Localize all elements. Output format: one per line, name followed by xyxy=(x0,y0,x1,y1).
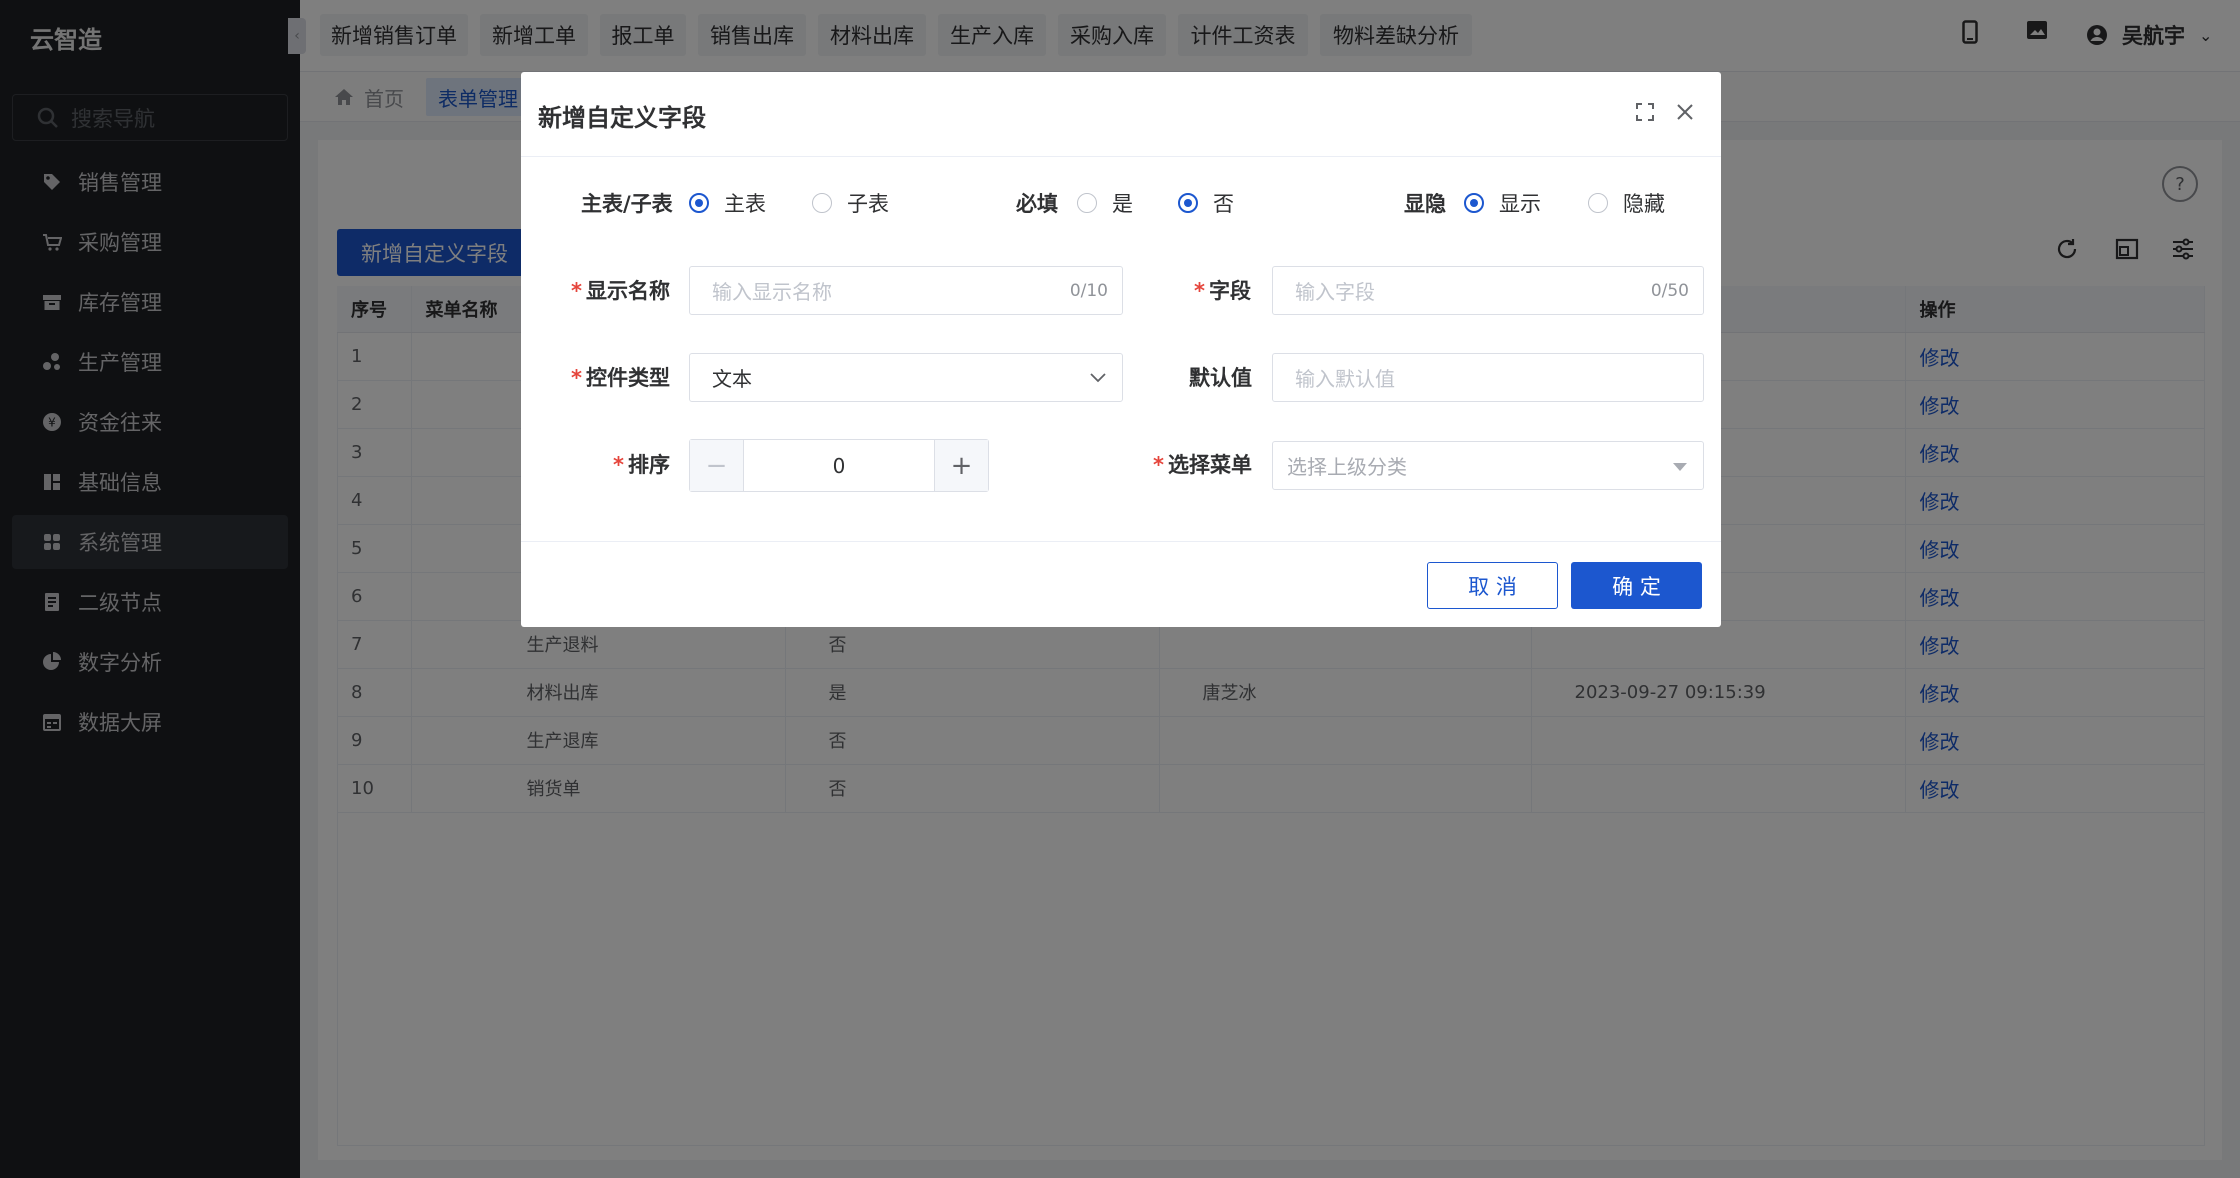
radio-label: 显示 xyxy=(1499,192,1541,216)
display-name-input[interactable]: 输入显示名称 0/10 xyxy=(689,266,1123,315)
sort-label: * 排序 xyxy=(613,449,670,479)
default-value-placeholder: 输入默认值 xyxy=(1295,367,1395,391)
dialog-header-divider xyxy=(521,156,1721,157)
radio-hide[interactable]: 隐藏 xyxy=(1588,188,1665,218)
radio-dot xyxy=(1077,193,1097,213)
radio-dot xyxy=(812,193,832,213)
minus-icon[interactable]: − xyxy=(690,440,744,491)
select-menu-placeholder: 选择上级分类 xyxy=(1287,455,1407,479)
chevron-down-icon xyxy=(1090,368,1106,387)
control-type-value: 文本 xyxy=(712,367,752,391)
dialog-title: 新增自定义字段 xyxy=(538,104,706,132)
radio-required-no[interactable]: 否 xyxy=(1178,188,1234,218)
radio-dot xyxy=(1464,193,1484,213)
required-star: * xyxy=(613,453,624,477)
cancel-button[interactable]: 取 消 xyxy=(1427,562,1558,609)
sort-value[interactable]: 0 xyxy=(744,440,934,491)
sort-stepper: − 0 + xyxy=(689,439,989,492)
required-star: * xyxy=(571,279,582,303)
radio-dot xyxy=(689,193,709,213)
default-value-label: 默认值 xyxy=(1189,366,1252,390)
sort-label-text: 排序 xyxy=(627,453,670,477)
radio-main-table[interactable]: 主表 xyxy=(689,188,766,218)
radio-label: 主表 xyxy=(724,192,766,216)
select-menu-label-text: 选择菜单 xyxy=(1167,453,1252,477)
display-name-label: * 显示名称 xyxy=(571,275,670,305)
radio-dot xyxy=(1588,193,1608,213)
control-type-label-text: 控件类型 xyxy=(585,366,670,390)
required-star: * xyxy=(1194,279,1205,303)
dialog-footer-divider xyxy=(521,541,1721,542)
radio-sub-table[interactable]: 子表 xyxy=(812,188,889,218)
select-menu-dropdown[interactable]: 选择上级分类 xyxy=(1272,441,1704,490)
visibility-label: 显隐 xyxy=(1404,192,1446,216)
plus-icon[interactable]: + xyxy=(934,440,988,491)
required-star: * xyxy=(571,366,582,390)
select-menu-label: * 选择菜单 xyxy=(1153,449,1252,479)
radio-required-yes[interactable]: 是 xyxy=(1077,188,1133,218)
radio-label: 隐藏 xyxy=(1623,192,1665,216)
radio-show[interactable]: 显示 xyxy=(1464,188,1541,218)
control-type-label: * 控件类型 xyxy=(571,362,670,392)
field-key-placeholder: 输入字段 xyxy=(1295,280,1375,304)
confirm-button[interactable]: 确 定 xyxy=(1571,562,1702,609)
radio-label: 子表 xyxy=(847,192,889,216)
required-star: * xyxy=(1153,453,1164,477)
display-name-label-text: 显示名称 xyxy=(585,279,670,303)
radio-label: 否 xyxy=(1213,192,1234,216)
field-key-label-text: 字段 xyxy=(1208,279,1251,303)
control-type-select[interactable]: 文本 xyxy=(689,353,1123,402)
fullscreen-icon[interactable] xyxy=(1631,98,1659,126)
field-key-label: * 字段 xyxy=(1194,275,1251,305)
radio-dot xyxy=(1178,193,1198,213)
radio-label: 是 xyxy=(1112,192,1133,216)
caret-down-icon xyxy=(1673,456,1687,475)
add-custom-field-dialog: 新增自定义字段 主表/子表 主表 子表 必填 是 否 显隐 显示 隐藏 * 显示名… xyxy=(521,72,1721,627)
main-sub-label: 主表/子表 xyxy=(581,192,673,216)
display-name-placeholder: 输入显示名称 xyxy=(712,280,832,304)
required-label: 必填 xyxy=(1016,192,1058,216)
field-key-input[interactable]: 输入字段 0/50 xyxy=(1272,266,1704,315)
field-key-count: 0/50 xyxy=(1650,280,1689,301)
default-value-input[interactable]: 输入默认值 xyxy=(1272,353,1704,402)
close-icon[interactable] xyxy=(1671,98,1699,126)
display-name-count: 0/10 xyxy=(1069,280,1108,301)
